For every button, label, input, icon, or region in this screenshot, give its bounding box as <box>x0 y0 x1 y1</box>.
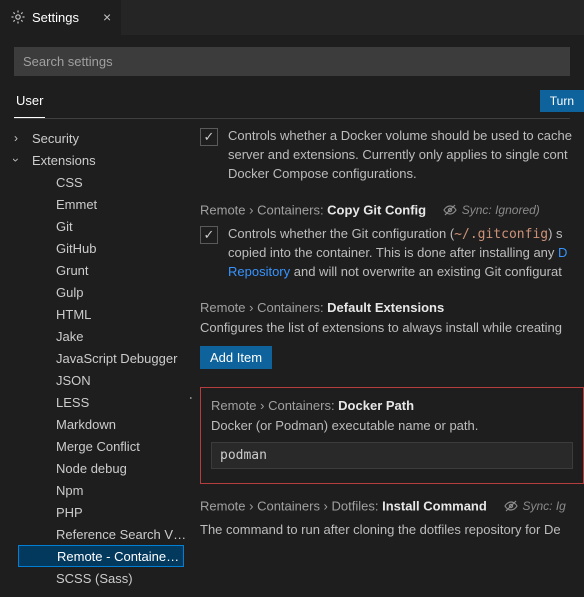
setting-description: Controls whether the Git configuration (… <box>228 225 584 283</box>
setting-dotfiles-install-command: Remote › Containers › Dotfiles: Install … <box>200 494 584 550</box>
sync-ignored-label: Sync: Ignored) <box>442 203 539 217</box>
tree-item-jsdbg[interactable]: JavaScript Debugger <box>0 347 190 369</box>
eye-off-icon <box>442 202 458 221</box>
tab-settings[interactable]: Settings × <box>0 0 121 35</box>
setting-description: Configures the list of extensions to alw… <box>200 319 584 338</box>
settings-content: ✓ Controls whether a Docker volume shoul… <box>190 119 584 596</box>
link-repository[interactable]: Repository <box>228 264 290 279</box>
tree-item-remote-containers[interactable]: Remote - Containe… <box>18 545 184 567</box>
checkbox-copy-git-config[interactable]: ✓ <box>200 226 218 244</box>
tree-item-jake[interactable]: Jake <box>0 325 190 347</box>
setting-name: Copy Git Config <box>327 202 426 217</box>
tree-item-git[interactable]: Git <box>0 215 190 237</box>
setting-cache: ✓ Controls whether a Docker volume shoul… <box>200 119 584 194</box>
setting-name: Install Command <box>382 498 487 513</box>
setting-crumb: Remote › Containers › Dotfiles: <box>200 498 382 513</box>
setting-name: Default Extensions <box>327 300 444 315</box>
chevron-down-icon: › <box>9 158 23 162</box>
tree-item-merge[interactable]: Merge Conflict <box>0 435 190 457</box>
sync-ignored-label: Sync: Ig <box>503 499 566 513</box>
tree-item-emmet[interactable]: Emmet <box>0 193 190 215</box>
setting-copy-git-config: Remote › Containers: Copy Git Config Syn… <box>200 194 584 293</box>
search-input[interactable] <box>14 47 570 76</box>
tree-item-gulp[interactable]: Gulp <box>0 281 190 303</box>
gear-icon <box>10 9 26 25</box>
tree-item-refsearch[interactable]: Reference Search V… <box>0 523 190 545</box>
setting-default-extensions: Remote › Containers: Default Extensions … <box>200 292 584 379</box>
add-item-button[interactable]: Add Item <box>200 346 272 369</box>
tree-item-php[interactable]: PHP <box>0 501 190 523</box>
tree-item-markdown[interactable]: Markdown <box>0 413 190 435</box>
settings-tree: › Security › Extensions CSS Emmet Git Gi… <box>0 119 190 596</box>
scope-tab-user[interactable]: User <box>14 84 45 118</box>
tree-item-less[interactable]: LESS <box>0 391 190 413</box>
setting-docker-path: Remote › Containers: Docker Path Docker … <box>200 379 584 494</box>
docker-path-input[interactable] <box>211 442 573 469</box>
tree-item-grunt[interactable]: Grunt <box>0 259 190 281</box>
tree-item-html[interactable]: HTML <box>0 303 190 325</box>
setting-name: Docker Path <box>338 398 414 413</box>
chevron-right-icon: › <box>14 131 18 145</box>
tree-item-css[interactable]: CSS <box>0 171 190 193</box>
tree-item-nodedbg[interactable]: Node debug <box>0 457 190 479</box>
setting-crumb: Remote › Containers: <box>200 300 327 315</box>
tab-bar: Settings × <box>0 0 584 35</box>
tree-item-security[interactable]: › Security <box>0 127 190 149</box>
search-container <box>0 35 584 84</box>
eye-off-icon <box>503 498 519 517</box>
scope-row: User Turn <box>0 84 584 118</box>
tree-item-json[interactable]: JSON <box>0 369 190 391</box>
gear-icon[interactable] <box>190 390 193 409</box>
tab-title: Settings <box>32 10 79 25</box>
tree-label: Extensions <box>32 153 96 168</box>
checkbox-cache[interactable]: ✓ <box>200 128 218 146</box>
tree-item-scss[interactable]: SCSS (Sass) <box>0 567 190 589</box>
code-path: ~/.gitconfig <box>454 227 548 242</box>
turn-on-sync-button[interactable]: Turn <box>540 90 584 112</box>
setting-crumb: Remote › Containers: <box>211 398 338 413</box>
setting-description: Controls whether a Docker volume should … <box>228 127 584 184</box>
setting-description: The command to run after cloning the dot… <box>200 521 584 540</box>
tree-item-github[interactable]: GitHub <box>0 237 190 259</box>
tree-item-extensions[interactable]: › Extensions <box>0 149 190 171</box>
tree-label: Security <box>32 131 79 146</box>
setting-crumb: Remote › Containers: <box>200 202 327 217</box>
focus-outline: Remote › Containers: Docker Path Docker … <box>200 387 584 484</box>
tree-item-npm[interactable]: Npm <box>0 479 190 501</box>
setting-description: Docker (or Podman) executable name or pa… <box>211 417 573 436</box>
close-icon[interactable]: × <box>103 9 111 25</box>
